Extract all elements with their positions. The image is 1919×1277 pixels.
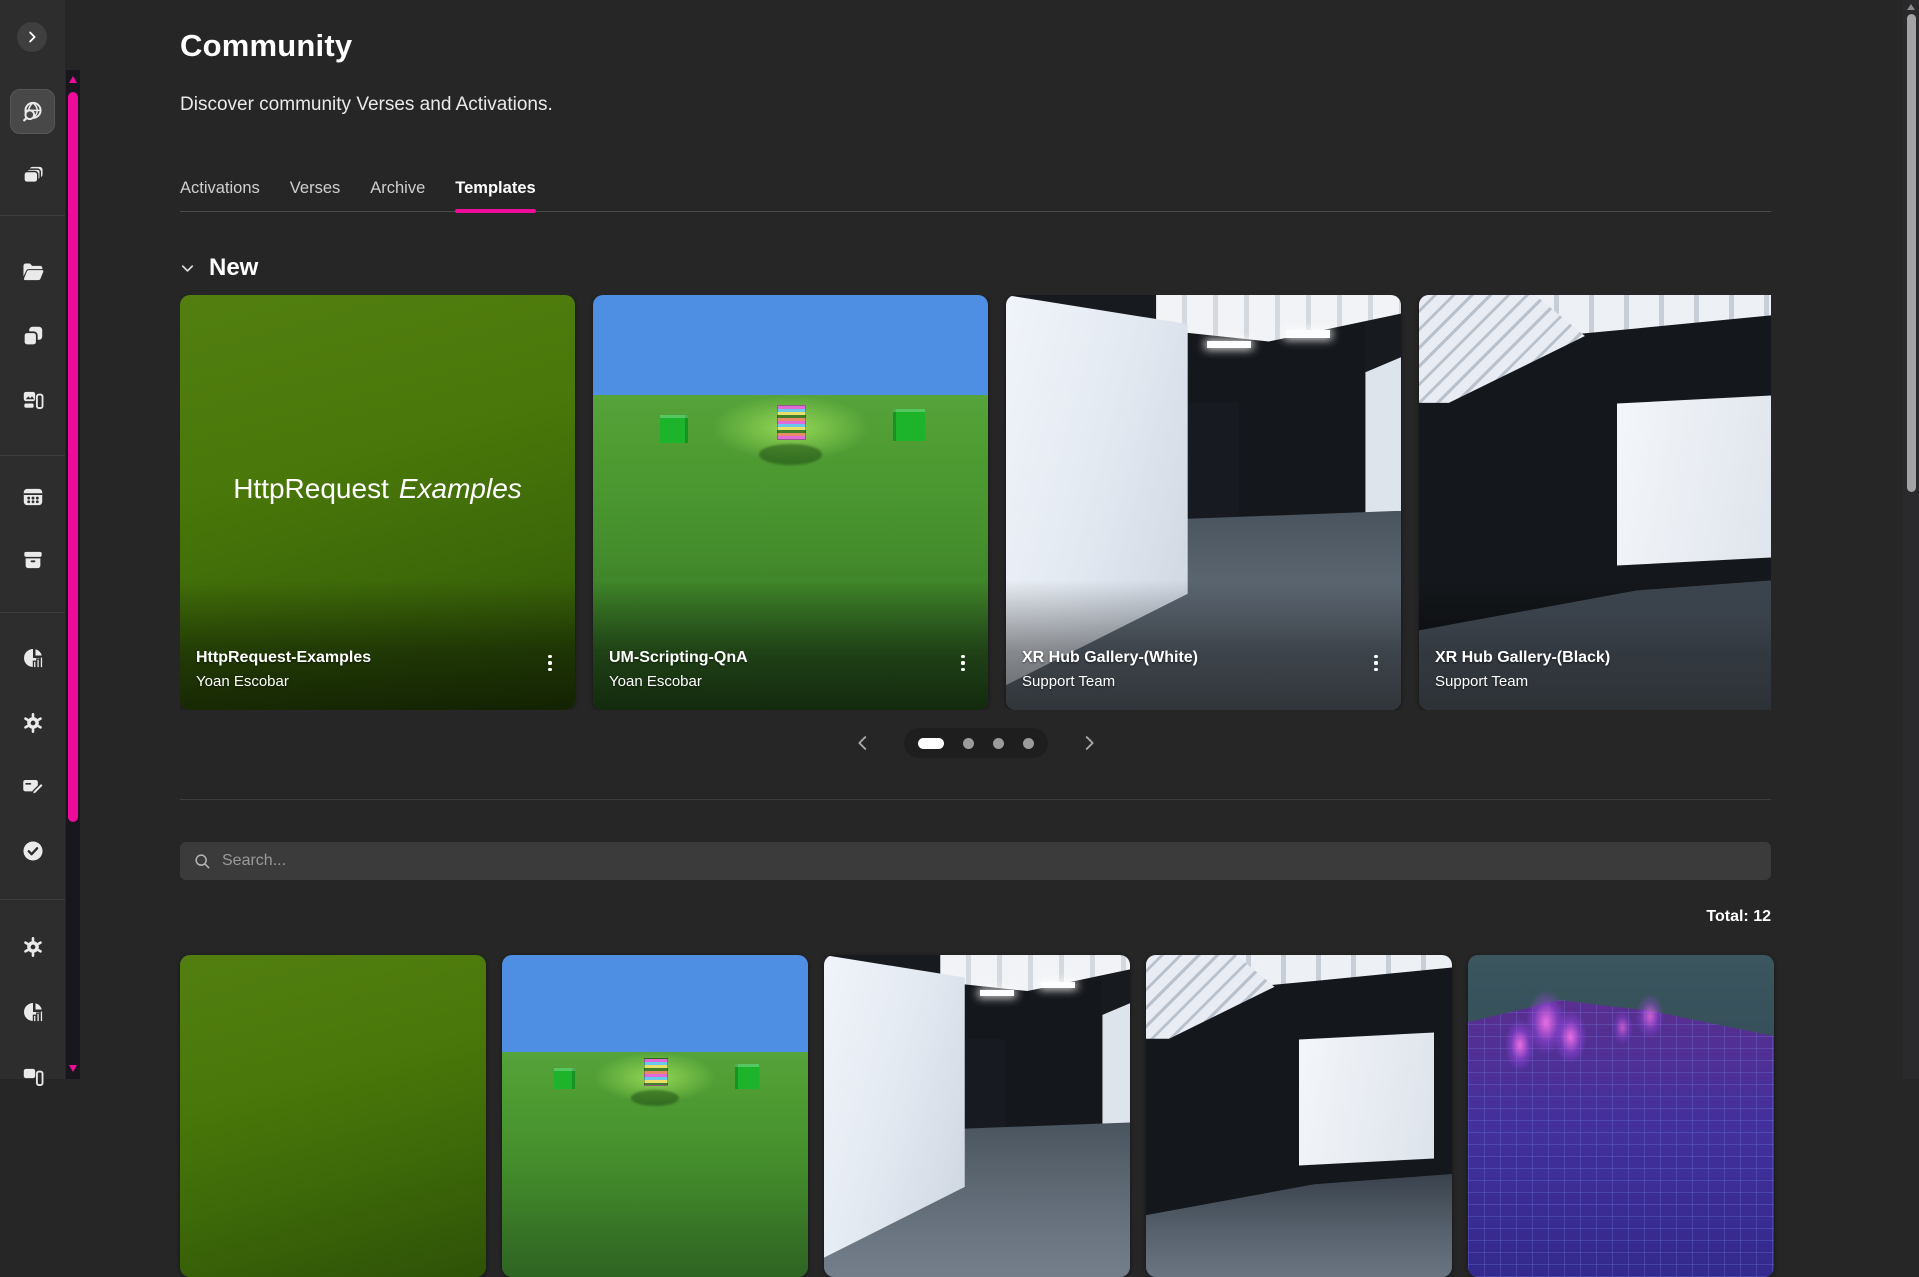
folder-open-icon xyxy=(20,259,46,285)
card-thumbnail xyxy=(1146,955,1452,1277)
card-menu-button[interactable] xyxy=(950,648,976,678)
window-stack-icon xyxy=(20,162,46,188)
card-httprequest-examples[interactable]: HttpRequestExamples HttpRequest-Examples… xyxy=(180,295,575,710)
card-thumbnail xyxy=(1468,955,1774,1277)
card-menu-button[interactable] xyxy=(537,648,563,678)
chevron-down-icon xyxy=(178,259,197,278)
chevron-left-icon xyxy=(852,732,874,754)
expand-sidebar-button[interactable] xyxy=(17,22,47,52)
search-bar xyxy=(180,842,1771,880)
nav-approvals-button[interactable] xyxy=(20,838,46,864)
search-icon xyxy=(192,851,212,871)
nav-globe-search-button[interactable] xyxy=(20,99,46,125)
nav-analytics-button[interactable] xyxy=(20,645,46,671)
tab-archive[interactable]: Archive xyxy=(370,179,425,211)
window-scrollbar-up-arrow[interactable] xyxy=(1907,4,1915,10)
sidebar-scrollbar-up-arrow[interactable] xyxy=(69,76,77,83)
sidebar-scrollbar-down-arrow[interactable] xyxy=(69,1065,77,1072)
nav-archive-button[interactable] xyxy=(20,547,46,573)
card-menu-button[interactable] xyxy=(1363,648,1389,678)
card-thumbnail xyxy=(824,955,1130,1277)
nav-image-device-button[interactable] xyxy=(20,387,46,413)
card-xr-hub-gallery-white[interactable]: XR Hub Gallery-(White) Support Team xyxy=(1006,295,1401,710)
gear-icon xyxy=(20,934,46,960)
window-scrollbar-thumb[interactable] xyxy=(1907,14,1916,492)
nav-calendar-button[interactable] xyxy=(20,484,46,510)
grid-card-grass-sky[interactable] xyxy=(502,955,808,1277)
card-author: Yoan Escobar xyxy=(196,673,527,690)
image-device-icon xyxy=(20,1064,46,1090)
grid-card-green-field[interactable] xyxy=(180,955,486,1277)
community-page: { "colors": { "accent_pink": "#ee0b9c", … xyxy=(0,0,1919,1079)
section-divider xyxy=(180,799,1771,800)
card-title: HttpRequest-Examples xyxy=(196,647,527,669)
grid-card-gallery-black[interactable] xyxy=(1146,955,1452,1277)
archive-box-icon xyxy=(20,547,46,573)
carousel-dot-2[interactable] xyxy=(963,738,974,749)
chevron-right-icon xyxy=(1078,732,1100,754)
tab-templates[interactable]: Templates xyxy=(455,179,535,211)
check-circle-icon xyxy=(20,838,46,864)
sidebar-divider xyxy=(0,215,65,216)
gear-icon xyxy=(20,710,46,736)
tab-verses[interactable]: Verses xyxy=(290,179,340,211)
nav-folder-button[interactable] xyxy=(20,259,46,285)
carousel-prev-button[interactable] xyxy=(850,730,876,756)
section-title: New xyxy=(209,254,258,282)
sidebar-divider xyxy=(0,455,65,456)
card-thumbnail xyxy=(180,955,486,1277)
carousel-dot-1[interactable] xyxy=(918,738,944,749)
carousel-next-button[interactable] xyxy=(1076,730,1102,756)
featured-template-row: HttpRequestExamples HttpRequest-Examples… xyxy=(180,295,1771,710)
sidebar-scrollbar-thumb[interactable] xyxy=(68,92,78,822)
tab-bar: Activations Verses Archive Templates xyxy=(180,179,1771,212)
nav-window-stack-button[interactable] xyxy=(20,162,46,188)
nav-image-device-2-button[interactable] xyxy=(20,1064,46,1090)
card-um-scripting-qna[interactable]: UM-Scripting-QnA Yoan Escobar xyxy=(593,295,988,710)
globe-search-icon xyxy=(20,99,46,125)
nav-settings-2-button[interactable] xyxy=(20,934,46,960)
carousel-dot-4[interactable] xyxy=(1023,738,1034,749)
chevron-right-icon xyxy=(23,28,41,46)
card-author: Yoan Escobar xyxy=(609,673,940,690)
section-header-new[interactable]: New xyxy=(178,254,258,282)
nav-layers-button[interactable] xyxy=(20,323,46,349)
tab-activations[interactable]: Activations xyxy=(180,179,260,211)
nav-analytics-2-button[interactable] xyxy=(20,999,46,1025)
sidebar-divider xyxy=(0,899,65,900)
carousel-dot-3[interactable] xyxy=(993,738,1004,749)
card-edit-icon xyxy=(20,773,46,799)
layers-icon xyxy=(20,323,46,349)
card-title: XR Hub Gallery-(Black) xyxy=(1435,647,1766,669)
carousel-controls xyxy=(180,727,1771,759)
calendar-icon xyxy=(20,484,46,510)
page-subtitle: Discover community Verses and Activation… xyxy=(180,94,553,116)
card-xr-hub-gallery-black[interactable]: XR Hub Gallery-(Black) Support Team xyxy=(1419,295,1771,710)
nav-card-edit-button[interactable] xyxy=(20,773,46,799)
card-title: UM-Scripting-QnA xyxy=(609,647,940,669)
pie-chart-icon xyxy=(20,645,46,671)
image-device-icon xyxy=(20,387,46,413)
grid-card-vaporwave[interactable] xyxy=(1468,955,1774,1277)
pie-chart-icon xyxy=(20,999,46,1025)
results-total: Total: 12 xyxy=(180,908,1771,926)
all-templates-row xyxy=(180,955,1774,1277)
nav-settings-button[interactable] xyxy=(20,710,46,736)
card-thumbnail xyxy=(502,955,808,1277)
grid-card-gallery-white[interactable] xyxy=(824,955,1130,1277)
card-title: XR Hub Gallery-(White) xyxy=(1022,647,1353,669)
carousel-dots xyxy=(904,728,1048,758)
sidebar-divider xyxy=(0,612,65,613)
sidebar xyxy=(0,0,65,1079)
page-title: Community xyxy=(180,28,352,64)
search-input[interactable] xyxy=(220,851,1759,871)
card-author: Support Team xyxy=(1435,673,1766,690)
card-author: Support Team xyxy=(1022,673,1353,690)
